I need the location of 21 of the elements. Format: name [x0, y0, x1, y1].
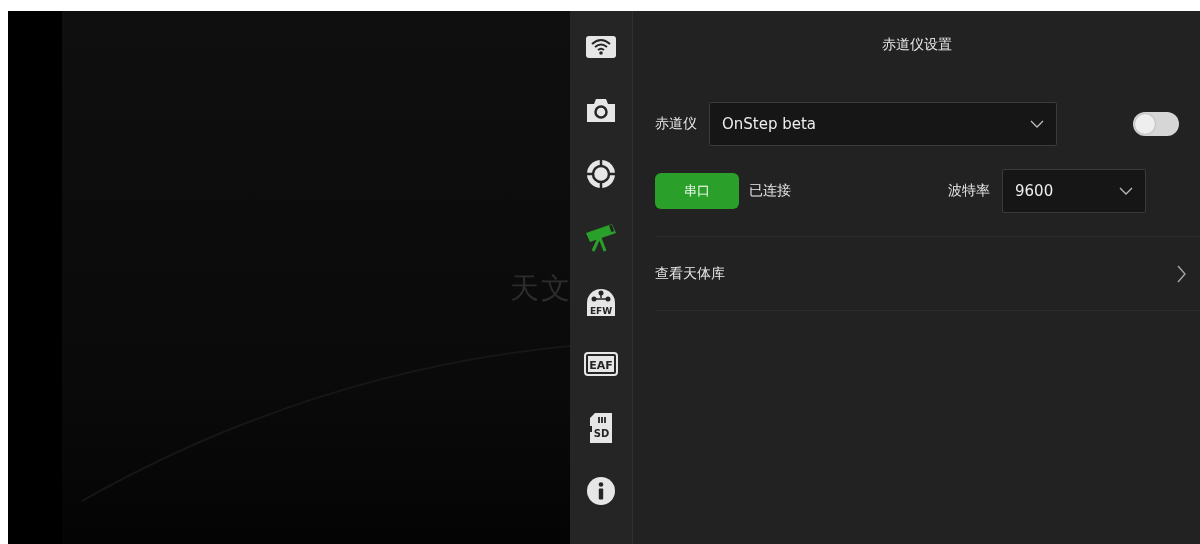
sidebar-tab[interactable]: EFW — [573, 269, 629, 333]
field-label: 波特率 — [948, 182, 990, 200]
sidebar-tab[interactable]: SD — [573, 396, 629, 460]
camera-icon — [586, 97, 616, 124]
sd-card-icon: SD — [589, 411, 613, 444]
crosshair-icon — [586, 158, 616, 189]
focuser-icon: EAF — [584, 352, 618, 377]
catalog-link[interactable]: 查看天体库 — [655, 237, 1200, 310]
dropdown-caret-icon — [1030, 120, 1044, 128]
field-label: 赤道仪 — [655, 115, 697, 133]
wifi-icon — [586, 35, 616, 58]
connection-status: 已连接 — [749, 182, 791, 200]
telescope-icon — [584, 222, 618, 253]
info-icon — [586, 476, 616, 507]
baud-rate-dropdown[interactable]: 9600 — [1002, 169, 1146, 213]
sidebar-tab[interactable]: EAF — [573, 332, 629, 396]
mount-dropdown[interactable]: OnStep beta — [709, 102, 1057, 146]
chevron-right-icon — [1177, 264, 1186, 283]
panel-title: 赤道仪设置 — [880, 36, 953, 54]
dropdown-caret-icon — [1119, 187, 1133, 195]
toggle-switch[interactable] — [1133, 112, 1179, 136]
